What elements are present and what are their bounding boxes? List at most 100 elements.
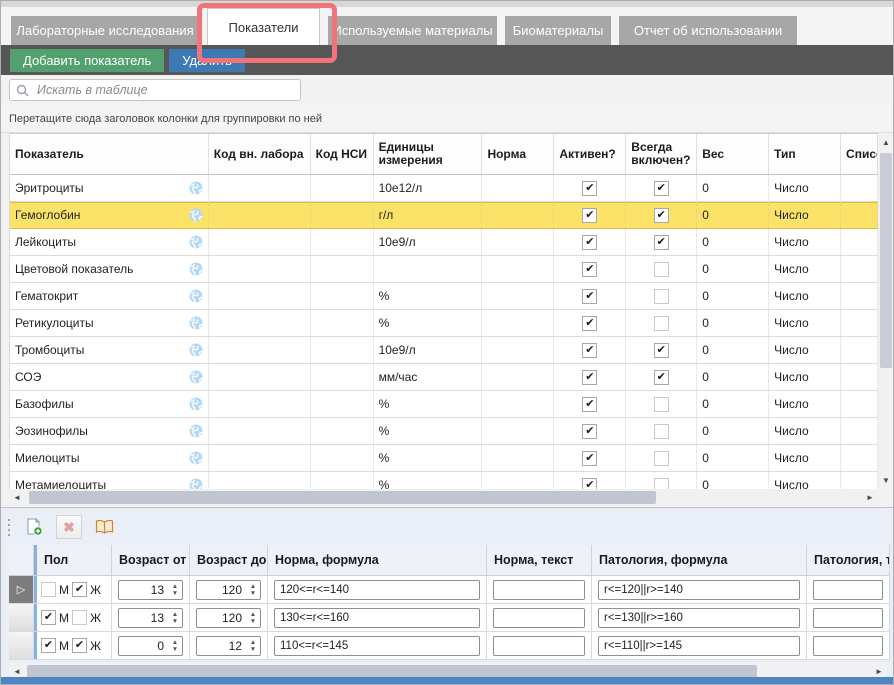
always-on-checkbox[interactable]: ✔ <box>654 208 669 223</box>
column-header[interactable]: Пол <box>34 545 112 575</box>
table-row[interactable]: Эритроциты10e12/л✔✔0Число <box>10 175 878 202</box>
norm-row[interactable]: ✔М✔Ж0▲▼12▲▼ <box>9 632 890 660</box>
pathology-formula-input[interactable] <box>598 608 800 628</box>
column-header[interactable]: Активен? <box>554 134 626 174</box>
pathology-text-input[interactable] <box>813 580 883 600</box>
column-header[interactable]: Тип <box>769 134 841 174</box>
always-on-checkbox[interactable] <box>654 316 669 331</box>
norm-formula-input[interactable] <box>274 636 480 656</box>
active-checkbox[interactable]: ✔ <box>582 397 597 412</box>
table-row[interactable]: Гематокрит%✔0Число <box>10 283 878 310</box>
add-record-button[interactable] <box>21 515 47 539</box>
group-by-panel[interactable]: Перетащите сюда заголовок колонки для гр… <box>1 105 893 133</box>
table-row[interactable]: Эозинофилы%✔0Число <box>10 418 878 445</box>
vertical-scroll-track[interactable] <box>878 149 894 473</box>
active-checkbox[interactable]: ✔ <box>582 181 597 196</box>
column-header[interactable]: Показатель <box>10 134 209 174</box>
norm-text-input[interactable] <box>493 636 585 656</box>
always-on-checkbox[interactable]: ✔ <box>654 181 669 196</box>
column-header[interactable]: Единицы измерения <box>374 134 483 174</box>
column-header[interactable]: Возраст от <box>112 545 190 575</box>
spinner-arrows-icon[interactable]: ▲▼ <box>168 611 182 625</box>
tab-1[interactable]: Лабораторные исследования <box>11 16 199 45</box>
female-checkbox[interactable]: ✔ <box>72 638 87 653</box>
active-checkbox[interactable]: ✔ <box>582 262 597 277</box>
scroll-left-icon[interactable]: ◄ <box>9 491 25 505</box>
tab-3[interactable]: Используемые материалы <box>328 16 497 45</box>
age-to-stepper[interactable]: 120▲▼ <box>196 608 261 628</box>
age-from-stepper[interactable]: 13▲▼ <box>118 608 183 628</box>
always-on-checkbox[interactable]: ✔ <box>654 343 669 358</box>
search-input[interactable] <box>35 82 279 98</box>
scroll-right-icon[interactable]: ► <box>862 491 878 505</box>
table-row[interactable]: Миелоциты%✔0Число <box>10 445 878 472</box>
row-selector[interactable]: ▷ <box>9 576 34 603</box>
always-on-checkbox[interactable] <box>654 451 669 466</box>
delete-indicator-button[interactable]: Удалить <box>169 49 245 72</box>
table-row[interactable]: Базофилы%✔0Число <box>10 391 878 418</box>
pathology-formula-input[interactable] <box>598 636 800 656</box>
tab-2[interactable]: Показатели <box>207 8 320 45</box>
indicators-horizontal-scrollbar[interactable]: ◄ ► <box>9 489 878 506</box>
column-header[interactable]: Список з <box>841 134 878 174</box>
table-row[interactable]: Тромбоциты10e9/л✔✔0Число <box>10 337 878 364</box>
active-checkbox[interactable]: ✔ <box>582 289 597 304</box>
table-row[interactable]: Цветовой показатель✔0Число <box>10 256 878 283</box>
tab-4[interactable]: Биоматериалы <box>505 16 611 45</box>
scroll-down-icon[interactable]: ▼ <box>878 473 894 487</box>
horizontal-scroll-thumb[interactable] <box>29 491 656 504</box>
always-on-checkbox[interactable] <box>654 424 669 439</box>
spinner-arrows-icon[interactable]: ▲▼ <box>246 583 260 597</box>
age-to-stepper[interactable]: 12▲▼ <box>196 636 261 656</box>
male-checkbox[interactable] <box>41 582 56 597</box>
female-checkbox[interactable] <box>72 610 87 625</box>
norm-text-input[interactable] <box>493 580 585 600</box>
norm-formula-input[interactable] <box>274 580 480 600</box>
column-header[interactable]: Код вн. лабора <box>209 134 311 174</box>
norm-text-input[interactable] <box>493 608 585 628</box>
spinner-arrows-icon[interactable]: ▲▼ <box>168 583 182 597</box>
table-row[interactable]: СОЭмм/час✔✔0Число <box>10 364 878 391</box>
row-selector[interactable] <box>9 604 34 631</box>
search-box[interactable] <box>9 79 301 101</box>
pathology-text-input[interactable] <box>813 608 883 628</box>
always-on-checkbox[interactable] <box>654 262 669 277</box>
tab-5[interactable]: Отчет об использовании <box>619 16 797 45</box>
active-checkbox[interactable]: ✔ <box>582 451 597 466</box>
norm-formula-input[interactable] <box>274 608 480 628</box>
age-from-stepper[interactable]: 0▲▼ <box>118 636 183 656</box>
active-checkbox[interactable]: ✔ <box>582 424 597 439</box>
toolbar-grip-icon[interactable] <box>8 519 10 536</box>
active-checkbox[interactable]: ✔ <box>582 208 597 223</box>
age-from-stepper[interactable]: 13▲▼ <box>118 580 183 600</box>
spinner-arrows-icon[interactable]: ▲▼ <box>168 639 182 653</box>
age-to-stepper[interactable]: 120▲▼ <box>196 580 261 600</box>
active-checkbox[interactable]: ✔ <box>582 370 597 385</box>
column-header[interactable]: Патология, формула <box>592 545 807 575</box>
column-header[interactable]: Норма <box>482 134 554 174</box>
active-checkbox[interactable]: ✔ <box>582 343 597 358</box>
reference-book-button[interactable] <box>91 515 117 539</box>
norm-row[interactable]: ▷М✔Ж13▲▼120▲▼ <box>9 576 890 604</box>
spinner-arrows-icon[interactable]: ▲▼ <box>246 639 260 653</box>
column-header[interactable]: Норма, текст <box>487 545 592 575</box>
column-header[interactable]: Норма, формула <box>268 545 487 575</box>
always-on-checkbox[interactable]: ✔ <box>654 370 669 385</box>
spinner-arrows-icon[interactable]: ▲▼ <box>246 611 260 625</box>
delete-record-button[interactable]: ✖ <box>56 515 82 539</box>
pathology-formula-input[interactable] <box>598 580 800 600</box>
male-checkbox[interactable]: ✔ <box>41 610 56 625</box>
always-on-checkbox[interactable] <box>654 397 669 412</box>
column-header[interactable]: Код НСИ <box>311 134 374 174</box>
add-indicator-button[interactable]: Добавить показатель <box>10 49 164 72</box>
always-on-checkbox[interactable]: ✔ <box>654 235 669 250</box>
active-checkbox[interactable]: ✔ <box>582 316 597 331</box>
column-header[interactable]: Вес <box>697 134 769 174</box>
pathology-text-input[interactable] <box>813 636 883 656</box>
table-row[interactable]: Гемоглобинг/л✔✔0Число <box>10 202 878 229</box>
table-row[interactable]: Лейкоциты10e9/л✔✔0Число <box>10 229 878 256</box>
column-header[interactable]: Всегда включен? <box>626 134 697 174</box>
row-selector[interactable] <box>9 632 34 659</box>
always-on-checkbox[interactable] <box>654 289 669 304</box>
horizontal-scroll-track[interactable] <box>25 489 862 506</box>
